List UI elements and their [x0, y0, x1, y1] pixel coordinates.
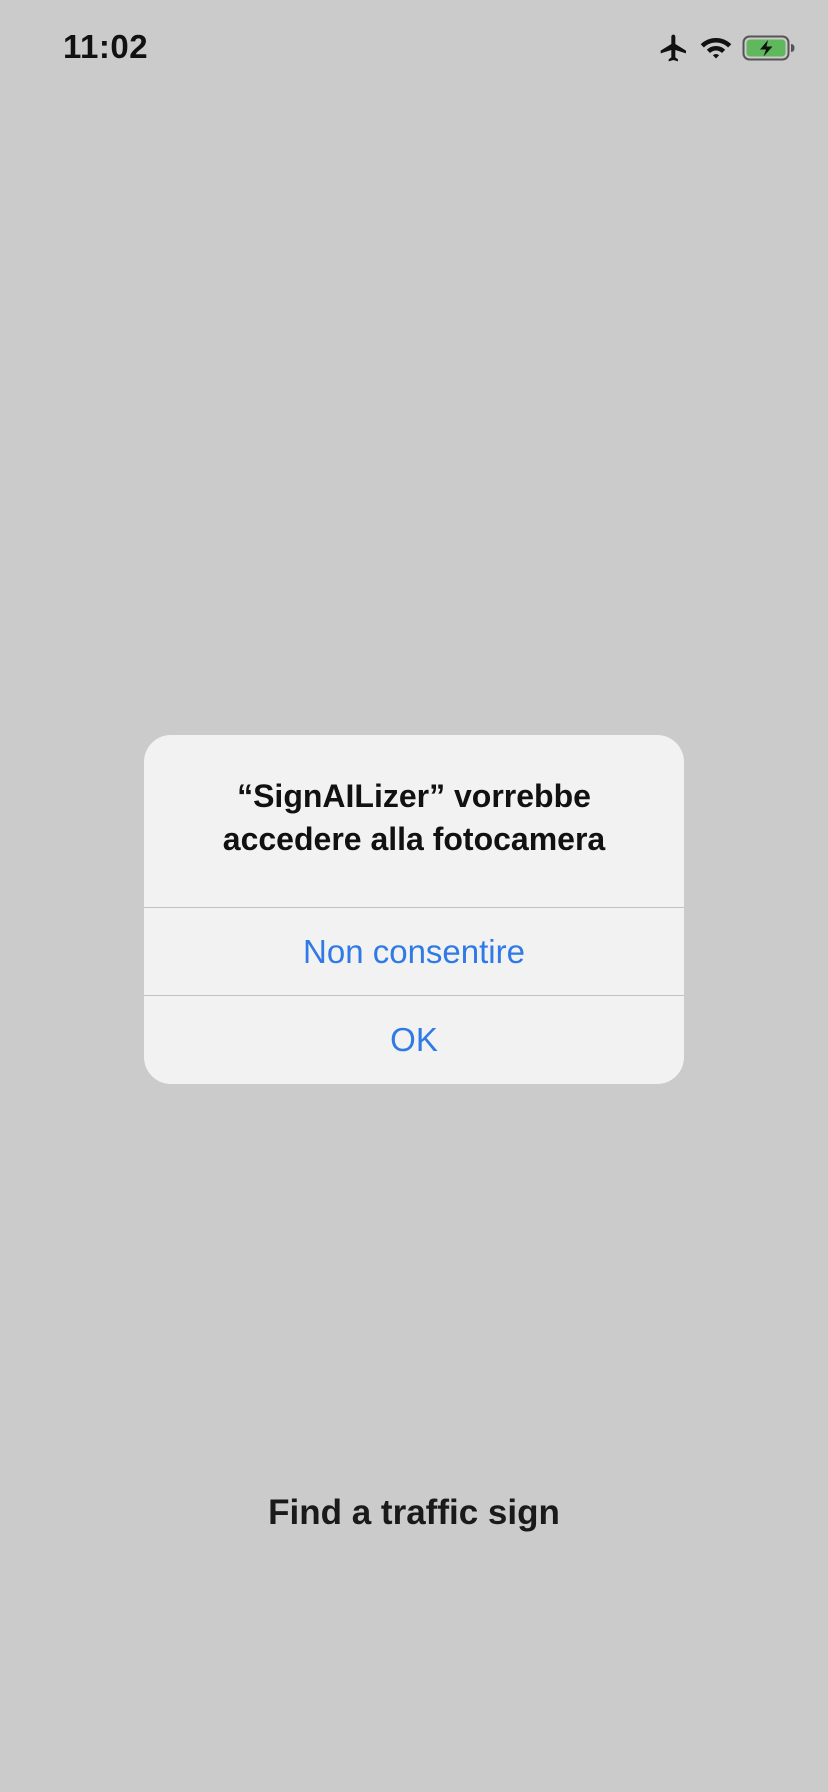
battery-charging-icon: [742, 34, 796, 62]
find-traffic-sign-label: Find a traffic sign: [268, 1493, 560, 1532]
deny-button[interactable]: Non consentire: [144, 907, 684, 995]
status-bar: 11:02: [0, 0, 828, 100]
camera-permission-alert: “SignAILizer” vorrebbe accedere alla fot…: [144, 735, 684, 1084]
status-time: 11:02: [63, 28, 149, 65]
wifi-icon: [700, 35, 732, 61]
status-icons: [658, 32, 796, 64]
airplane-mode-icon: [658, 32, 690, 64]
ok-button[interactable]: OK: [144, 995, 684, 1083]
alert-title: “SignAILizer” vorrebbe accedere alla fot…: [222, 778, 606, 857]
camera-screen: 11:02 Find a traffic sign “SignAILizer” …: [0, 0, 828, 1792]
